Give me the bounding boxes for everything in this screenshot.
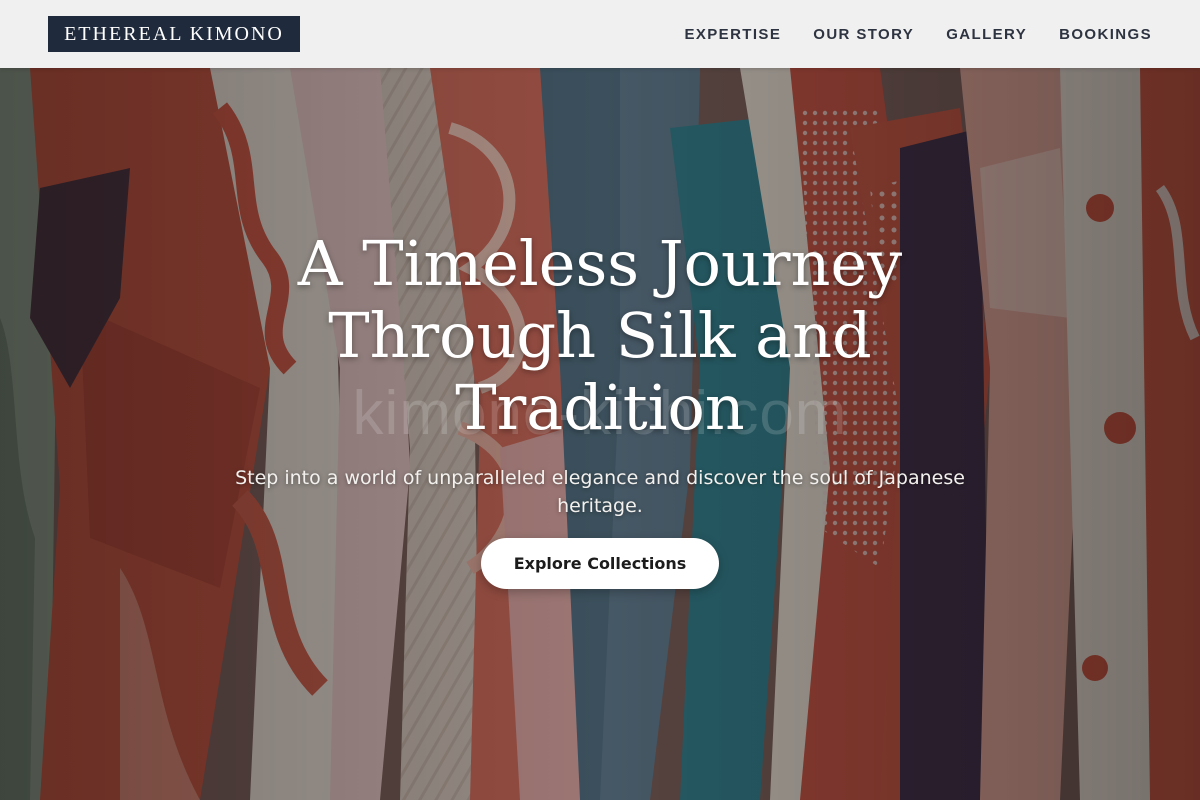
nav-bookings[interactable]: BOOKINGS [1059,26,1152,43]
main-nav: EXPERTISE OUR STORY GALLERY BOOKINGS [652,0,1152,68]
nav-gallery[interactable]: GALLERY [946,26,1027,43]
hero-subtitle: Step into a world of unparalleled elegan… [235,467,965,517]
hero-content: A Timeless Journey Through Silk and Trad… [0,68,1200,800]
nav-expertise[interactable]: EXPERTISE [684,26,781,43]
site-header: ETHEREAL KIMONO EXPERTISE OUR STORY GALL… [0,0,1200,68]
site-logo[interactable]: ETHEREAL KIMONO [48,16,300,52]
explore-collections-button[interactable]: Explore Collections [481,538,719,589]
hero-title: A Timeless Journey Through Silk and Trad… [297,227,903,444]
hero-section: kimono-kichi.com A Timeless Journey Thro… [0,68,1200,800]
nav-our-story[interactable]: OUR STORY [813,26,914,43]
